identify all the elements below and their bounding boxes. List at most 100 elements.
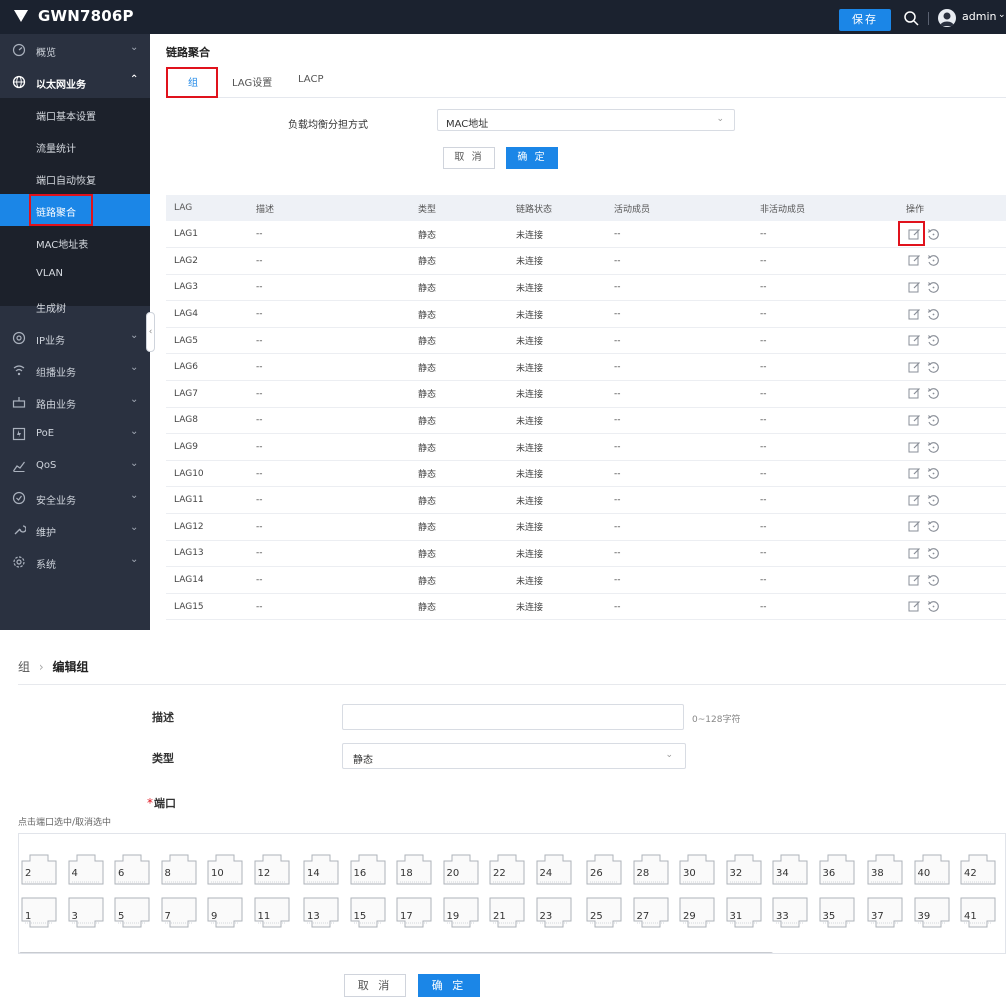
sidebar-item-multicast[interactable]: 组播业务 ⌄ bbox=[0, 354, 150, 386]
sidebar-item-routing[interactable]: 路由业务 ⌄ bbox=[0, 386, 150, 418]
reset-icon[interactable] bbox=[927, 228, 940, 241]
port-35[interactable]: 35 bbox=[819, 897, 855, 928]
port-40[interactable]: 40 bbox=[914, 854, 950, 885]
edit-icon[interactable] bbox=[908, 334, 921, 347]
port-7[interactable]: 7 bbox=[161, 897, 197, 928]
sidebar-subitem-spanning-tree[interactable]: 生成树 bbox=[0, 290, 150, 322]
port-33[interactable]: 33 bbox=[772, 897, 808, 928]
port-4[interactable]: 4 bbox=[68, 854, 104, 885]
type-select[interactable]: 静态 ⌄ bbox=[342, 743, 686, 769]
edit-icon[interactable] bbox=[908, 414, 921, 427]
reset-icon[interactable] bbox=[927, 467, 940, 480]
port-15[interactable]: 15 bbox=[350, 897, 386, 928]
reset-icon[interactable] bbox=[927, 254, 940, 267]
sidebar-item-poe[interactable]: PoE ⌄ bbox=[0, 418, 150, 450]
sidebar-item-ip[interactable]: IP业务 ⌄ bbox=[0, 322, 150, 354]
description-input[interactable] bbox=[342, 704, 684, 730]
tab-group[interactable]: 组 bbox=[188, 74, 198, 89]
horizontal-scrollbar[interactable] bbox=[19, 952, 773, 953]
port-1[interactable]: 1 bbox=[21, 897, 57, 928]
port-25[interactable]: 25 bbox=[586, 897, 622, 928]
port-32[interactable]: 32 bbox=[726, 854, 762, 885]
reset-icon[interactable] bbox=[927, 600, 940, 613]
port-26[interactable]: 26 bbox=[586, 854, 622, 885]
reset-icon[interactable] bbox=[927, 361, 940, 374]
port-31[interactable]: 31 bbox=[726, 897, 762, 928]
port-2[interactable]: 2 bbox=[21, 854, 57, 885]
reset-icon[interactable] bbox=[927, 494, 940, 507]
port-9[interactable]: 9 bbox=[207, 897, 243, 928]
port-8[interactable]: 8 bbox=[161, 854, 197, 885]
sidebar-subitem-vlan[interactable]: VLAN bbox=[0, 258, 150, 290]
sidebar-subitem-traffic-stats[interactable]: 流量统计 bbox=[0, 130, 150, 162]
user-name[interactable]: admin bbox=[962, 10, 996, 23]
breadcrumb-parent[interactable]: 组 bbox=[18, 660, 30, 674]
port-22[interactable]: 22 bbox=[489, 854, 525, 885]
edit-icon[interactable] bbox=[908, 494, 921, 507]
search-icon[interactable] bbox=[903, 10, 919, 26]
reset-icon[interactable] bbox=[927, 547, 940, 560]
port-21[interactable]: 21 bbox=[489, 897, 525, 928]
edit-icon[interactable] bbox=[908, 254, 921, 267]
reset-icon[interactable] bbox=[927, 387, 940, 400]
reset-icon[interactable] bbox=[927, 441, 940, 454]
edit-icon[interactable] bbox=[908, 600, 921, 613]
port-36[interactable]: 36 bbox=[819, 854, 855, 885]
port-20[interactable]: 20 bbox=[443, 854, 479, 885]
sidebar-subitem-port-basic[interactable]: 端口基本设置 bbox=[0, 98, 150, 130]
sidebar-item-system[interactable]: 系统 ⌄ bbox=[0, 546, 150, 578]
edit-icon[interactable] bbox=[908, 387, 921, 400]
port-30[interactable]: 30 bbox=[679, 854, 715, 885]
port-19[interactable]: 19 bbox=[443, 897, 479, 928]
port-39[interactable]: 39 bbox=[914, 897, 950, 928]
reset-icon[interactable] bbox=[927, 574, 940, 587]
reset-icon[interactable] bbox=[927, 414, 940, 427]
cancel-button[interactable]: 取 消 bbox=[443, 147, 495, 169]
edit-icon[interactable] bbox=[908, 574, 921, 587]
sidebar-item-maintenance[interactable]: 维护 ⌄ bbox=[0, 514, 150, 546]
edit-icon[interactable] bbox=[908, 361, 921, 374]
edit-icon[interactable] bbox=[908, 547, 921, 560]
port-18[interactable]: 18 bbox=[396, 854, 432, 885]
edit-confirm-button[interactable]: 确 定 bbox=[418, 974, 480, 997]
port-17[interactable]: 17 bbox=[396, 897, 432, 928]
port-42[interactable]: 42 bbox=[960, 854, 996, 885]
save-button[interactable]: 保存 bbox=[839, 9, 891, 31]
chevron-down-icon[interactable]: ⌄ bbox=[998, 10, 1006, 20]
load-balance-select[interactable]: MAC地址 ⌄ bbox=[437, 109, 735, 131]
port-5[interactable]: 5 bbox=[114, 897, 150, 928]
port-10[interactable]: 10 bbox=[207, 854, 243, 885]
port-6[interactable]: 6 bbox=[114, 854, 150, 885]
sidebar-item-overview[interactable]: 概览 ⌄ bbox=[0, 34, 150, 66]
port-27[interactable]: 27 bbox=[633, 897, 669, 928]
sidebar-subitem-link-aggregation[interactable]: 链路聚合 bbox=[0, 194, 150, 226]
edit-icon[interactable] bbox=[908, 441, 921, 454]
edit-cancel-button[interactable]: 取 消 bbox=[344, 974, 406, 997]
port-24[interactable]: 24 bbox=[536, 854, 572, 885]
reset-icon[interactable] bbox=[927, 281, 940, 294]
edit-icon[interactable] bbox=[908, 520, 921, 533]
port-11[interactable]: 11 bbox=[254, 897, 290, 928]
port-13[interactable]: 13 bbox=[303, 897, 339, 928]
port-29[interactable]: 29 bbox=[679, 897, 715, 928]
sidebar-item-security[interactable]: 安全业务 ⌄ bbox=[0, 482, 150, 514]
sidebar-collapse-handle[interactable]: ‹ bbox=[146, 312, 155, 352]
port-28[interactable]: 28 bbox=[633, 854, 669, 885]
port-34[interactable]: 34 bbox=[772, 854, 808, 885]
reset-icon[interactable] bbox=[927, 308, 940, 321]
edit-icon[interactable] bbox=[908, 308, 921, 321]
reset-icon[interactable] bbox=[927, 520, 940, 533]
port-16[interactable]: 16 bbox=[350, 854, 386, 885]
port-37[interactable]: 37 bbox=[867, 897, 903, 928]
port-41[interactable]: 41 bbox=[960, 897, 996, 928]
sidebar-subitem-mac-table[interactable]: MAC地址表 bbox=[0, 226, 150, 258]
port-12[interactable]: 12 bbox=[254, 854, 290, 885]
tab-lag-settings[interactable]: LAG设置 bbox=[232, 74, 272, 89]
port-38[interactable]: 38 bbox=[867, 854, 903, 885]
sidebar-item-ethernet[interactable]: 以太网业务 ⌃ bbox=[0, 66, 150, 98]
edit-icon[interactable] bbox=[908, 467, 921, 480]
sidebar-item-qos[interactable]: QoS ⌄ bbox=[0, 450, 150, 482]
confirm-button[interactable]: 确 定 bbox=[506, 147, 558, 169]
reset-icon[interactable] bbox=[927, 334, 940, 347]
avatar[interactable] bbox=[938, 9, 956, 27]
